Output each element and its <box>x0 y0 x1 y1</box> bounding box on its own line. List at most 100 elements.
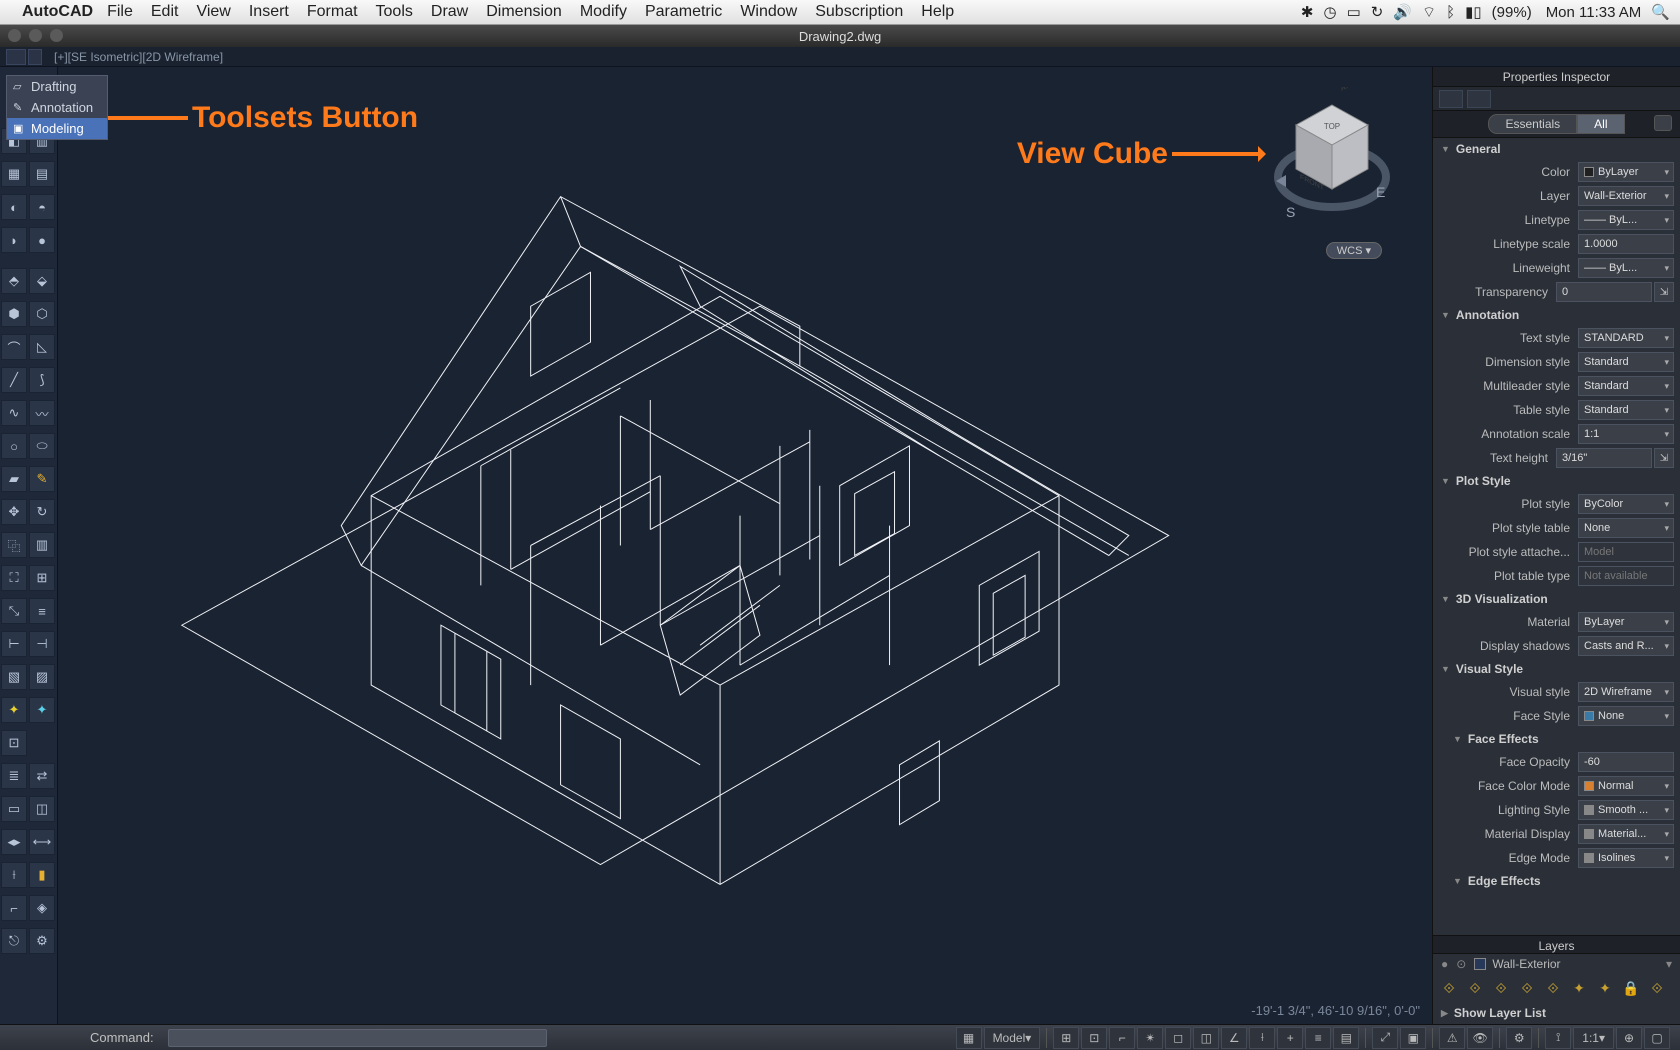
dimension-tool[interactable]: ⟷ <box>29 829 55 855</box>
wifi-icon[interactable]: ⌔ <box>1422 3 1436 22</box>
ortho-icon[interactable]: ⌐ <box>1109 1027 1135 1049</box>
prop-field[interactable]: -60 <box>1578 752 1674 772</box>
view-tool[interactable]: ◈ <box>29 895 55 921</box>
array-tool[interactable]: ⊞ <box>29 565 55 591</box>
prop-field[interactable]: —— ByL... <box>1578 258 1674 278</box>
rotate-tool[interactable]: ↻ <box>29 499 55 525</box>
properties-tab-icon[interactable] <box>1439 90 1463 108</box>
menu-edit[interactable]: Edit <box>151 3 179 21</box>
workspace2-icon[interactable]: ⊕ <box>1616 1027 1642 1049</box>
prop-field[interactable]: ByColor <box>1578 494 1674 514</box>
prop-field[interactable]: Standard <box>1578 400 1674 420</box>
ducs-icon[interactable]: ⟊ <box>1249 1027 1275 1049</box>
spotlight-icon[interactable]: 🔍 <box>1651 3 1670 21</box>
time-machine-icon[interactable]: ◷ <box>1323 3 1336 21</box>
show-layer-list[interactable]: ▶Show Layer List <box>1433 1002 1680 1024</box>
layer-tool-icon[interactable]: ✦ <box>1595 978 1615 998</box>
properties-scroll[interactable]: ▼General ColorByLayerLayerWall-ExteriorL… <box>1433 138 1680 935</box>
lineweight-icon[interactable]: ≡ <box>1305 1027 1331 1049</box>
link-icon[interactable] <box>1654 115 1672 131</box>
section-visualstyle[interactable]: ▼Visual Style <box>1433 658 1680 680</box>
vp-dropdown-icon[interactable] <box>28 49 42 65</box>
minimize-icon[interactable] <box>29 29 42 42</box>
prop-field[interactable]: Material... <box>1578 824 1674 844</box>
menu-file[interactable]: File <box>107 3 133 21</box>
flatten-tool[interactable]: ▨ <box>29 664 55 690</box>
group-tool[interactable]: ▭ <box>1 796 27 822</box>
layer-tool-icon[interactable]: ⟐ <box>1439 978 1459 998</box>
intersect-tool[interactable]: ⬢ <box>1 301 27 327</box>
prop-field[interactable]: ByLayer <box>1578 612 1674 632</box>
layer-tool-icon[interactable]: ⟐ <box>1647 978 1667 998</box>
menu-subscription[interactable]: Subscription <box>815 3 903 21</box>
block-tool[interactable]: ⊡ <box>1 730 27 756</box>
union-tool[interactable]: ⬘ <box>1 268 27 294</box>
model-space-button[interactable]: Model▾ <box>984 1027 1041 1049</box>
prop-field[interactable]: 0 <box>1556 282 1652 302</box>
prop-field[interactable]: Wall-Exterior <box>1578 186 1674 206</box>
section-tool[interactable]: ▧ <box>1 664 27 690</box>
toolset-drafting[interactable]: ▱Drafting <box>7 76 107 97</box>
app-name[interactable]: AutoCAD <box>22 3 93 21</box>
surface-tool[interactable]: ▰ <box>1 466 27 492</box>
annotation-monitor-icon[interactable]: ⚠ <box>1439 1027 1465 1049</box>
revolve-tool[interactable]: ◐ <box>1 194 27 220</box>
prop-field[interactable]: Isolines <box>1578 848 1674 868</box>
prop-field[interactable]: None <box>1578 706 1674 726</box>
annotation-visibility-icon[interactable]: 👁 <box>1467 1027 1493 1049</box>
3dosnap-icon[interactable]: ◫ <box>1193 1027 1219 1049</box>
bluetooth-icon[interactable]: ᛒ <box>1446 4 1455 21</box>
sweep-tool[interactable]: ◗ <box>1 227 27 253</box>
close-icon[interactable] <box>8 29 21 42</box>
render-tool[interactable]: ⚙ <box>29 928 55 954</box>
prop-field[interactable]: 3/16" <box>1556 448 1652 468</box>
loft-tool[interactable]: ◓ <box>29 194 55 220</box>
arc-tool[interactable]: ⟆ <box>29 367 55 393</box>
presspull-tool[interactable]: ▤ <box>29 161 55 187</box>
prop-field[interactable]: STANDARD <box>1578 328 1674 348</box>
prop-field[interactable]: Casts and R... <box>1578 636 1674 656</box>
polar-icon[interactable]: ✴ <box>1137 1027 1163 1049</box>
layer-tool[interactable]: ✦ <box>1 697 27 723</box>
polyline-tool[interactable]: ∿ <box>1 400 27 426</box>
copy-tool[interactable]: ⿻ <box>1 532 27 558</box>
sc-icon[interactable]: ⤢ <box>1372 1027 1398 1049</box>
viewcube[interactable]: TOP FRONT RIGHT S E <box>1272 87 1392 247</box>
osnap-icon[interactable]: ◻ <box>1165 1027 1191 1049</box>
annotation-scale[interactable]: 1:1▾ <box>1573 1027 1614 1049</box>
section-general[interactable]: ▼General <box>1433 138 1680 160</box>
measure-tool[interactable]: ⟊ <box>1 862 27 888</box>
move-tool[interactable]: ✥ <box>1 499 27 525</box>
display-icon[interactable]: ▭ <box>1347 3 1361 21</box>
sync-icon[interactable]: ↻ <box>1371 3 1384 21</box>
tab-all[interactable]: All <box>1577 114 1624 134</box>
stretch-tool[interactable]: ⤡ <box>1 598 27 624</box>
menu-parametric[interactable]: Parametric <box>645 3 722 21</box>
current-layer-row[interactable]: ● ⊙ Wall-Exterior ▾ <box>1433 954 1680 974</box>
layer-tool-icon[interactable]: ✦ <box>1569 978 1589 998</box>
dyn-icon[interactable]: + <box>1277 1027 1303 1049</box>
menu-insert[interactable]: Insert <box>249 3 289 21</box>
fillet-tool[interactable]: ⌒ <box>1 334 27 360</box>
extend-tool[interactable]: ⊣ <box>29 631 55 657</box>
layer-tool-icon[interactable]: 🔒 <box>1621 978 1641 998</box>
wcs-badge[interactable]: WCS ▾ <box>1326 242 1382 259</box>
tab-essentials[interactable]: Essentials <box>1488 114 1577 134</box>
menu-format[interactable]: Format <box>307 3 358 21</box>
workspace-icon[interactable]: ⚙ <box>1506 1027 1532 1049</box>
subtract-tool[interactable]: ⬙ <box>29 268 55 294</box>
prop-field[interactable]: 1.0000 <box>1578 234 1674 254</box>
menu-draw[interactable]: Draw <box>431 3 468 21</box>
polysolid-tool[interactable]: ▦ <box>1 161 27 187</box>
grid-icon[interactable]: ⊡ <box>1081 1027 1107 1049</box>
layer-tool-icon[interactable]: ⟐ <box>1491 978 1511 998</box>
layer-iso-tool[interactable]: ✦ <box>29 697 55 723</box>
model-viewport[interactable]: Toolsets Button View Cube TOP FRONT RIGH… <box>58 67 1432 1024</box>
line-tool[interactable]: ╱ <box>1 367 27 393</box>
layer-tool-icon[interactable]: ⟐ <box>1543 978 1563 998</box>
prop-field[interactable]: Smooth ... <box>1578 800 1674 820</box>
section-faceeffects[interactable]: ▼Face Effects <box>1433 728 1680 750</box>
toolset-annotation[interactable]: ✎Annotation <box>7 97 107 118</box>
transparency-icon[interactable]: ▤ <box>1333 1027 1359 1049</box>
volume-icon[interactable]: 🔊 <box>1393 3 1412 21</box>
